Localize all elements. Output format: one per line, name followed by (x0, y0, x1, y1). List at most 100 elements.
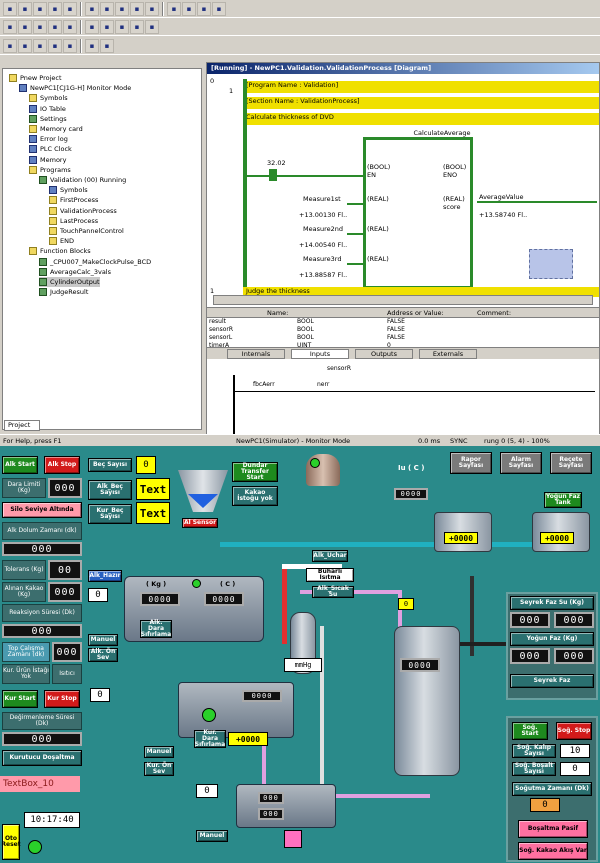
tree-item[interactable]: Validation (00) Running (39, 175, 126, 185)
kur-dara-button[interactable]: Kur. Dara Sıfırlama (194, 729, 226, 748)
tree-item[interactable]: CylinderOutput (39, 277, 100, 287)
alk-start-button[interactable]: Alk Start (2, 456, 38, 474)
zoom-in-icon[interactable]: ▪ (3, 19, 17, 34)
tree-item[interactable]: Symbols (29, 93, 68, 103)
function-block[interactable] (363, 137, 473, 289)
dunder-transfer-button[interactable]: Dundar Transfer Start (232, 462, 278, 482)
buhar-isitma-button[interactable]: Buharlı Isıtma (306, 568, 354, 582)
find-icon[interactable]: ▪ (167, 1, 181, 16)
copy-icon[interactable]: ▪ (100, 1, 114, 16)
open-icon[interactable]: ▪ (18, 1, 32, 16)
new-rung-icon[interactable]: ▪ (145, 19, 159, 34)
tree-item[interactable]: JudgeResult (39, 287, 88, 297)
cont-no-icon[interactable]: ▪ (48, 19, 62, 34)
tree-item[interactable]: PLC Clock (29, 144, 72, 154)
tree-item[interactable]: Programs (29, 165, 71, 175)
tab-externals[interactable]: Externals (419, 349, 477, 359)
manuel-button-3[interactable]: Manuel (196, 830, 228, 842)
tree-item[interactable]: AverageCalc_3vals (39, 267, 111, 277)
zoom-out-icon[interactable]: ▪ (18, 19, 32, 34)
project-tab[interactable]: Project (4, 420, 40, 431)
tab-internals[interactable]: Internals (227, 349, 285, 359)
seyrek-faz-button[interactable]: Seyrek Faz (510, 674, 594, 688)
kur-input-0[interactable]: 0 (90, 688, 110, 702)
tree-item[interactable]: NewPC1[CJ1G-H] Monitor Mode (19, 83, 131, 93)
tree-item[interactable]: IO Table (29, 104, 66, 114)
grid-icon[interactable]: ▪ (63, 38, 77, 53)
kur-bec-value[interactable]: Text (136, 502, 170, 524)
tree-item[interactable]: END (49, 236, 74, 246)
manuel-button-1[interactable]: Manuel (88, 634, 118, 646)
tree-item[interactable]: Memory card (29, 124, 83, 134)
alarm-page-button[interactable]: Alarm Sayfası (500, 452, 542, 474)
tree-item[interactable]: Function Blocks (29, 246, 91, 256)
print-icon[interactable]: ▪ (63, 1, 77, 16)
bosaltma-pasif-button[interactable]: Boşaltma Pasif (518, 820, 588, 838)
sog-bosalt-value[interactable]: 0 (560, 762, 590, 776)
cont-nc-icon[interactable]: ▪ (63, 19, 77, 34)
manuel-button-2[interactable]: Manuel (144, 746, 174, 758)
alk-bec-value[interactable]: Text (136, 478, 170, 500)
alk-input-0[interactable]: 0 (88, 588, 108, 602)
properties-icon[interactable]: ▪ (18, 38, 32, 53)
valve-input[interactable]: 0 (398, 598, 414, 610)
tree-item[interactable]: TouchPannelControl (49, 226, 124, 236)
replace-icon[interactable]: ▪ (182, 1, 196, 16)
select-icon[interactable]: ▪ (33, 19, 47, 34)
alk-sicak-su-indicator: Alk_Sıcak Su (312, 585, 354, 598)
project-icon[interactable]: ▪ (3, 38, 17, 53)
paste-icon[interactable]: ▪ (115, 1, 129, 16)
line-icon[interactable]: ▪ (115, 19, 129, 34)
function-block-icon[interactable]: ▪ (130, 19, 144, 34)
save-icon[interactable]: ▪ (33, 1, 47, 16)
tree-item[interactable]: Settings (29, 114, 67, 124)
kur-stop-button[interactable]: Kur Stop (44, 690, 80, 708)
watch-cell: FALSE (387, 334, 405, 341)
folder-icon (9, 74, 17, 82)
tree-item[interactable]: Memory (29, 155, 66, 165)
undo-icon[interactable]: ▪ (130, 1, 144, 16)
clock-display[interactable]: 10:17:40 (24, 812, 80, 828)
tree-item[interactable]: Error log (29, 134, 68, 144)
kurutucu-dosaltma-button[interactable]: Kurutucu Doşaltma (2, 750, 82, 766)
stepin-icon[interactable]: ▪ (85, 38, 99, 53)
tab-outputs[interactable]: Outputs (355, 349, 413, 359)
tree-item-label: AverageCalc_3vals (50, 267, 112, 276)
cut-icon[interactable]: ▪ (85, 1, 99, 16)
rapor-page-button[interactable]: Rapor Sayfası (450, 452, 492, 474)
horizontal-scrollbar[interactable] (213, 295, 593, 305)
folder-icon (29, 125, 37, 133)
tree-item[interactable]: Symbols (49, 185, 88, 195)
project-tree[interactable]: Pnew Project NewPC1[CJ1G-H] Monitor Mode S… (2, 68, 202, 430)
tree-item[interactable]: ValidationProcess (49, 206, 117, 216)
stepout-icon[interactable]: ▪ (100, 38, 114, 53)
tree-item[interactable]: FirstProcess (49, 195, 98, 205)
cooling-input-0[interactable]: 0 (196, 784, 218, 798)
tree-item[interactable]: LastProcess (49, 216, 98, 226)
new-icon[interactable]: ▪ (3, 1, 17, 16)
contact[interactable] (269, 169, 277, 181)
kur-start-button[interactable]: Kur Start (2, 690, 38, 708)
sogutma-value[interactable]: 0 (530, 798, 560, 812)
jump-icon[interactable]: ▪ (212, 1, 226, 16)
redo-icon[interactable]: ▪ (145, 1, 159, 16)
tab-inputs[interactable]: Inputs (291, 349, 349, 359)
coil-icon[interactable]: ▪ (85, 19, 99, 34)
io-table-icon[interactable]: ▪ (33, 38, 47, 53)
alk-dara-button[interactable]: Alk. Dara Sıfırlama (140, 619, 172, 638)
alk-stop-button[interactable]: Alk Stop (44, 456, 80, 474)
pipe-water (220, 542, 580, 547)
tree-item[interactable]: Pnew Project (9, 73, 62, 83)
help-icon[interactable]: ▪ (197, 1, 211, 16)
bec-sayisi-value[interactable]: 0 (136, 456, 156, 474)
recete-page-button[interactable]: Reçete Sayfası (550, 452, 592, 474)
coil-not-icon[interactable]: ▪ (100, 19, 114, 34)
oto-reset-button[interactable]: Oto Reset (1, 824, 21, 860)
memory-icon[interactable]: ▪ (48, 38, 62, 53)
ladder-diagram-window[interactable]: [Running] - NewPC1.Validation.Validation… (206, 62, 600, 438)
sog-kalip-value[interactable]: 10 (560, 744, 590, 758)
tree-item[interactable]: _CPU007_MakeClockPulse_BCD (39, 257, 151, 267)
print-preview-icon[interactable]: ▪ (48, 1, 62, 16)
sog-stop-button[interactable]: Soğ. Stop (556, 722, 592, 740)
sog-start-button[interactable]: Soğ. Start (512, 722, 548, 740)
